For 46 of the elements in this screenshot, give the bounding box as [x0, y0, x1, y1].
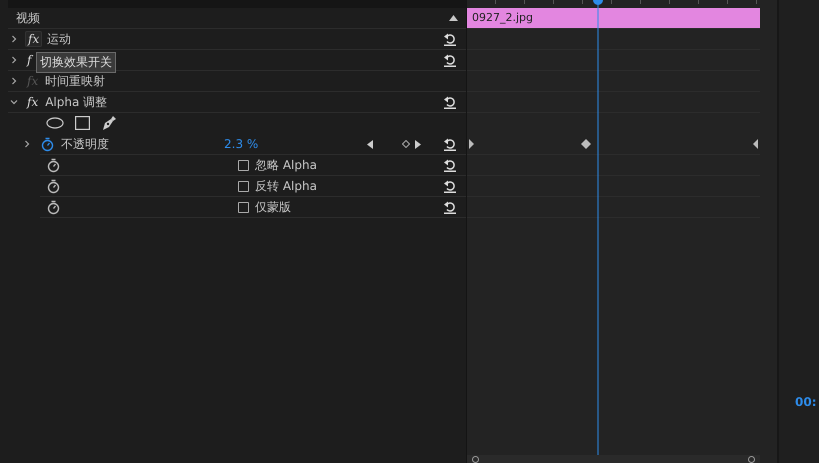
reset-icon[interactable] [443, 32, 457, 46]
add-keyframe-icon[interactable] [402, 140, 410, 148]
stopwatch-icon[interactable] [46, 158, 61, 172]
reset-icon[interactable] [443, 200, 457, 214]
stopwatch-icon[interactable] [46, 200, 61, 214]
section-title: 视频 [16, 10, 41, 26]
stopwatch-icon[interactable] [46, 178, 61, 194]
reset-icon[interactable] [443, 180, 457, 192]
effect-name: 时间重映射 [45, 72, 106, 90]
reset-icon[interactable] [443, 158, 457, 172]
pen-icon[interactable] [101, 115, 117, 131]
checkbox-label: 反转 Alpha [255, 178, 317, 194]
chevron-right-icon[interactable] [23, 140, 31, 148]
fx-toggle[interactable]: fx [25, 94, 40, 110]
effect-name: 运动 [47, 30, 72, 48]
rectangle-mask-icon[interactable] [75, 116, 90, 130]
property-value[interactable]: 2.3 % [224, 137, 258, 151]
effect-name: Alpha 调整 [45, 94, 108, 110]
checkbox-label: 仅蒙版 [255, 198, 291, 216]
checkbox[interactable] [238, 160, 249, 170]
timecode[interactable]: 00: [795, 395, 816, 409]
next-keyframe-icon[interactable] [415, 140, 421, 148]
fx-toggle[interactable]: fx [25, 31, 42, 47]
chevron-right-icon[interactable] [10, 35, 18, 43]
tooltip: 切换效果开关 [36, 52, 116, 73]
stopwatch-icon[interactable] [40, 136, 55, 152]
reset-icon[interactable] [443, 138, 457, 150]
keyframe-marker-icon[interactable] [469, 139, 474, 149]
scrollbar[interactable] [467, 455, 760, 463]
clip[interactable]: 0927_2.jpg [467, 8, 760, 29]
fx-toggle[interactable]: f [25, 52, 34, 68]
ellipse-mask-icon[interactable] [46, 117, 64, 129]
checkbox[interactable] [238, 180, 249, 192]
property-name: 不透明度 [61, 136, 110, 152]
checkbox-label: 忽略 Alpha [255, 156, 317, 174]
keyframe-icon[interactable] [581, 139, 591, 149]
keyframe-marker-icon[interactable] [753, 139, 758, 149]
chevron-right-icon[interactable] [10, 77, 18, 85]
reset-icon[interactable] [443, 54, 457, 66]
checkbox[interactable] [238, 202, 249, 212]
reset-icon[interactable] [443, 96, 457, 108]
chevron-down-icon[interactable] [10, 98, 18, 106]
playhead[interactable] [592, 0, 604, 455]
previous-keyframe-icon[interactable] [367, 140, 373, 148]
chevron-right-icon[interactable] [10, 56, 18, 64]
collapse-icon[interactable] [449, 15, 458, 21]
